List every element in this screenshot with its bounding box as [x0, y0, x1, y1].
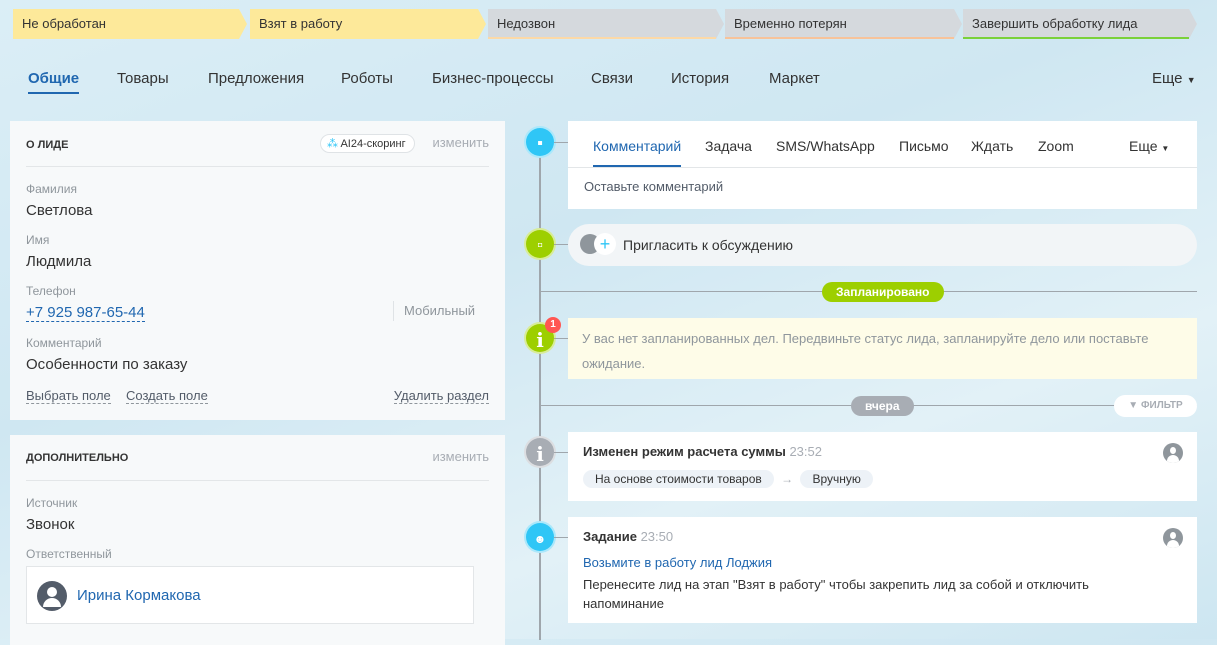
- stage-label: Временно потерян: [734, 16, 847, 31]
- delete-section-link[interactable]: Удалить раздел: [393, 388, 489, 404]
- edit-button[interactable]: изменить: [432, 449, 489, 464]
- tab-products[interactable]: Товары: [117, 70, 169, 87]
- stage-label: Завершить обработку лида: [972, 16, 1138, 31]
- event-time: 23:50: [640, 529, 674, 544]
- phone-link[interactable]: +7 925 987-65-44: [26, 304, 145, 322]
- invite-label: Пригласить к обсуждению: [623, 237, 794, 253]
- select-field-link[interactable]: Выбрать поле: [26, 388, 111, 404]
- field-label: Имя: [26, 233, 50, 247]
- scoring-label: AI24-скоринг: [340, 138, 406, 150]
- tab-history[interactable]: История: [671, 70, 729, 87]
- scoring-icon: ⁂: [327, 138, 338, 150]
- filter-icon: ▼: [1128, 400, 1139, 411]
- responsible-name-link[interactable]: Ирина Кормакова: [77, 587, 201, 604]
- field-label: Источник: [26, 496, 78, 510]
- user-avatar-icon[interactable]: [1163, 528, 1183, 548]
- tab-general[interactable]: Общие: [28, 70, 80, 94]
- tab-offers[interactable]: Предложения: [208, 70, 304, 87]
- source-value: Звонок: [26, 516, 75, 533]
- stage-in-work[interactable]: Взят в работу: [250, 9, 486, 39]
- stage-not-processed[interactable]: Не обработан: [13, 9, 247, 39]
- edit-button[interactable]: изменить: [432, 135, 489, 150]
- connector: [554, 338, 568, 339]
- chevron-down-icon: ▼: [1186, 75, 1196, 85]
- tab-business-processes[interactable]: Бизнес-процессы: [432, 70, 554, 87]
- robot-icon: ☻: [524, 521, 556, 553]
- divider: [568, 167, 1197, 168]
- event-time: 23:52: [789, 444, 822, 459]
- chat-icon: ▫: [524, 228, 556, 260]
- notification-badge: 1: [545, 317, 561, 333]
- more-label: Еще: [1129, 138, 1158, 154]
- comment-icon: ▪: [524, 126, 556, 158]
- timeline-event: Изменен режим расчета суммы 23:52 На осн…: [568, 432, 1197, 501]
- scoring-button[interactable]: ⁂ AI24-скоринг: [320, 134, 415, 153]
- divider: [26, 166, 489, 167]
- tab-more[interactable]: Еще ▼: [1152, 70, 1196, 87]
- about-lead-card: О лиде ⁂ AI24-скоринг изменить Фамилия С…: [10, 121, 505, 420]
- filter-label: Фильтр: [1140, 400, 1183, 411]
- tab-links[interactable]: Связи: [591, 70, 633, 87]
- phone-type: Мобильный: [393, 301, 475, 321]
- editor-tab-zoom[interactable]: Zoom: [1038, 138, 1074, 154]
- last-name-value: Светлова: [26, 202, 93, 219]
- plus-icon: +: [594, 233, 616, 255]
- activity-editor: Комментарий Задача SMS/WhatsApp Письмо Ж…: [568, 121, 1197, 209]
- stage-no-answer[interactable]: Недозвон: [488, 9, 724, 39]
- connector: [554, 537, 568, 538]
- create-field-link[interactable]: Создать поле: [126, 388, 208, 404]
- new-value-chip: Вручную: [800, 470, 873, 488]
- card-title: О лиде: [26, 139, 69, 151]
- divider: [26, 480, 489, 481]
- task-description: Перенесите лид на этап "Взят в работу" ч…: [583, 577, 1089, 611]
- stage-temporarily-lost[interactable]: Временно потерян: [725, 9, 962, 39]
- editor-tab-email[interactable]: Письмо: [899, 138, 949, 154]
- tab-market[interactable]: Маркет: [769, 70, 820, 87]
- field-label: Фамилия: [26, 182, 77, 196]
- timeline-line: [539, 140, 541, 640]
- task-link[interactable]: Возьмите в работу лид Лоджия: [583, 555, 772, 570]
- invite-button[interactable]: + Пригласить к обсуждению: [568, 224, 1197, 266]
- arrow-right-icon: →: [781, 472, 794, 486]
- info-icon: i: [524, 436, 556, 468]
- editor-tab-comment[interactable]: Комментарий: [593, 138, 681, 154]
- chevron-down-icon: ▼: [1161, 144, 1170, 153]
- comment-input[interactable]: Оставьте комментарий: [584, 179, 723, 194]
- stage-label: Недозвон: [497, 16, 556, 31]
- no-planned-activities-message: У вас нет запланированных дел. Передвинь…: [568, 318, 1197, 379]
- connector: [554, 452, 568, 453]
- field-label: Ответственный: [26, 547, 112, 561]
- user-avatar-icon: [37, 581, 67, 611]
- stage-label: Не обработан: [22, 16, 106, 31]
- date-label: вчера: [851, 396, 914, 416]
- user-avatar-icon[interactable]: [1163, 443, 1183, 463]
- timeline-event: Задание 23:50 Возьмите в работу лид Лодж…: [568, 517, 1197, 623]
- filter-button[interactable]: ▼ Фильтр: [1114, 395, 1197, 417]
- field-label: Комментарий: [26, 336, 102, 350]
- responsible-box: Ирина Кормакова: [26, 566, 474, 624]
- field-label: Телефон: [26, 284, 76, 298]
- tab-robots[interactable]: Роботы: [341, 70, 393, 87]
- planned-label: Запланировано: [822, 282, 944, 302]
- editor-tab-sms[interactable]: SMS/WhatsApp: [776, 138, 875, 154]
- more-label: Еще: [1152, 70, 1183, 87]
- editor-tab-task[interactable]: Задача: [705, 138, 752, 154]
- old-value-chip: На основе стоимости товаров: [583, 470, 774, 488]
- event-title: Задание: [583, 529, 637, 544]
- editor-tab-wait[interactable]: Ждать: [971, 138, 1013, 154]
- event-title: Изменен режим расчета суммы: [583, 444, 786, 459]
- first-name-value: Людмила: [26, 253, 92, 270]
- stage-label: Взят в работу: [259, 16, 343, 31]
- additional-card: Дополнительно изменить Источник Звонок О…: [10, 435, 505, 645]
- comment-value: Особенности по заказу: [26, 356, 188, 373]
- editor-tab-more[interactable]: Еще ▼: [1129, 138, 1169, 154]
- connector: [554, 244, 568, 245]
- stage-finish[interactable]: Завершить обработку лида: [963, 9, 1197, 39]
- connector: [554, 142, 568, 143]
- card-title: Дополнительно: [26, 452, 129, 464]
